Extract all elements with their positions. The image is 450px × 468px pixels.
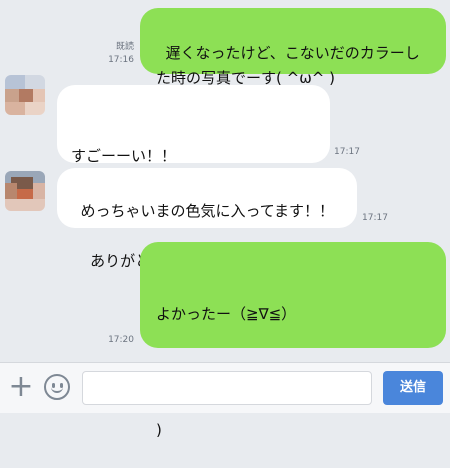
outgoing-message-bubble[interactable]: 遅くなったけど、こないだのカラーした時の写真でーす( ^ω^ ) (140, 8, 446, 87)
smiley-mouth (51, 385, 63, 393)
incoming-message-bubble[interactable]: すごーーい！！ ありがとうございます (57, 85, 330, 270)
message-text: めっちゃいまの色気に入ってます！！ (80, 202, 335, 220)
outgoing-message-bubble[interactable]: よかったー（≧∇≦） できるだけ長持ちするといいねー( ^ω^ ) (140, 242, 446, 439)
message-input-bar: + 送信 (0, 362, 450, 413)
message-time: 17:17 (362, 213, 388, 223)
message-text: よかったー（≧∇≦） (156, 305, 297, 323)
send-button[interactable]: 送信 (383, 371, 443, 405)
incoming-message-bubble[interactable]: めっちゃいまの色気に入ってます！！ (57, 168, 357, 228)
avatar[interactable] (5, 171, 45, 211)
message-time: 17:20 (108, 335, 134, 345)
plus-icon[interactable]: + (8, 372, 34, 402)
message-time: 17:17 (334, 147, 360, 157)
avatar[interactable] (5, 75, 45, 115)
message-text: すごーーい！！ (71, 147, 177, 165)
read-receipt: 既読 (115, 42, 134, 52)
message-input[interactable] (82, 371, 372, 405)
smiley-icon[interactable] (44, 374, 70, 400)
message-time: 17:16 (108, 55, 134, 65)
message-text: 遅くなったけど、こないだのカラーした時の写真でーす( ^ω^ ) (156, 44, 420, 87)
